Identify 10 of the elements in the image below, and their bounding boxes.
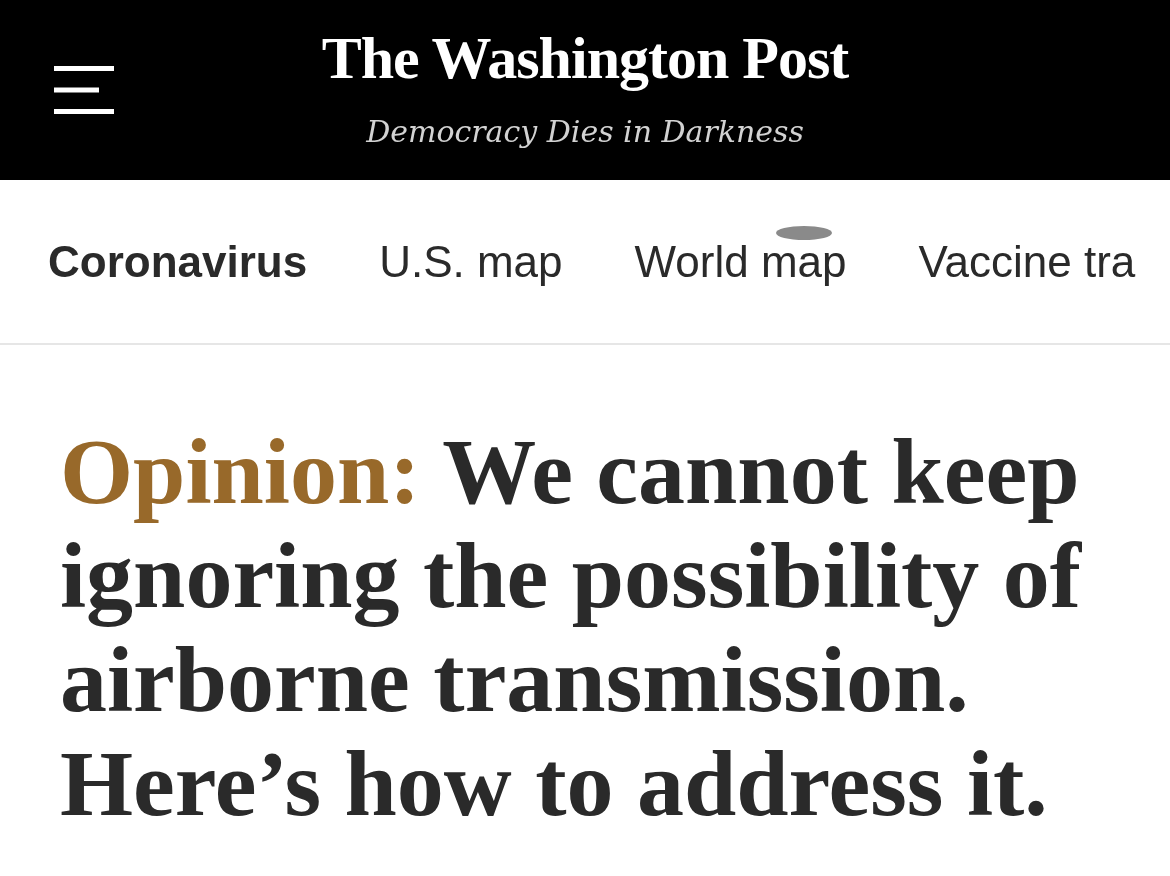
- scribble-icon: [774, 223, 833, 242]
- section-title[interactable]: Coronavirus: [48, 235, 308, 288]
- nav-link[interactable]: Vaccine tra: [918, 236, 1136, 286]
- tagline: Democracy Dies in Darkness: [366, 113, 804, 151]
- logo[interactable]: The Washington Post: [321, 22, 849, 94]
- menu-button[interactable]: [54, 66, 114, 114]
- nav-link[interactable]: U.S. map: [379, 236, 563, 286]
- menu-icon: [54, 66, 114, 114]
- headline: Opinion: We cannot keep ignoring the possibility of airborne transmission. Here’s how to address it.: [60, 419, 1083, 835]
- nav-link[interactable]: World map: [634, 236, 847, 286]
